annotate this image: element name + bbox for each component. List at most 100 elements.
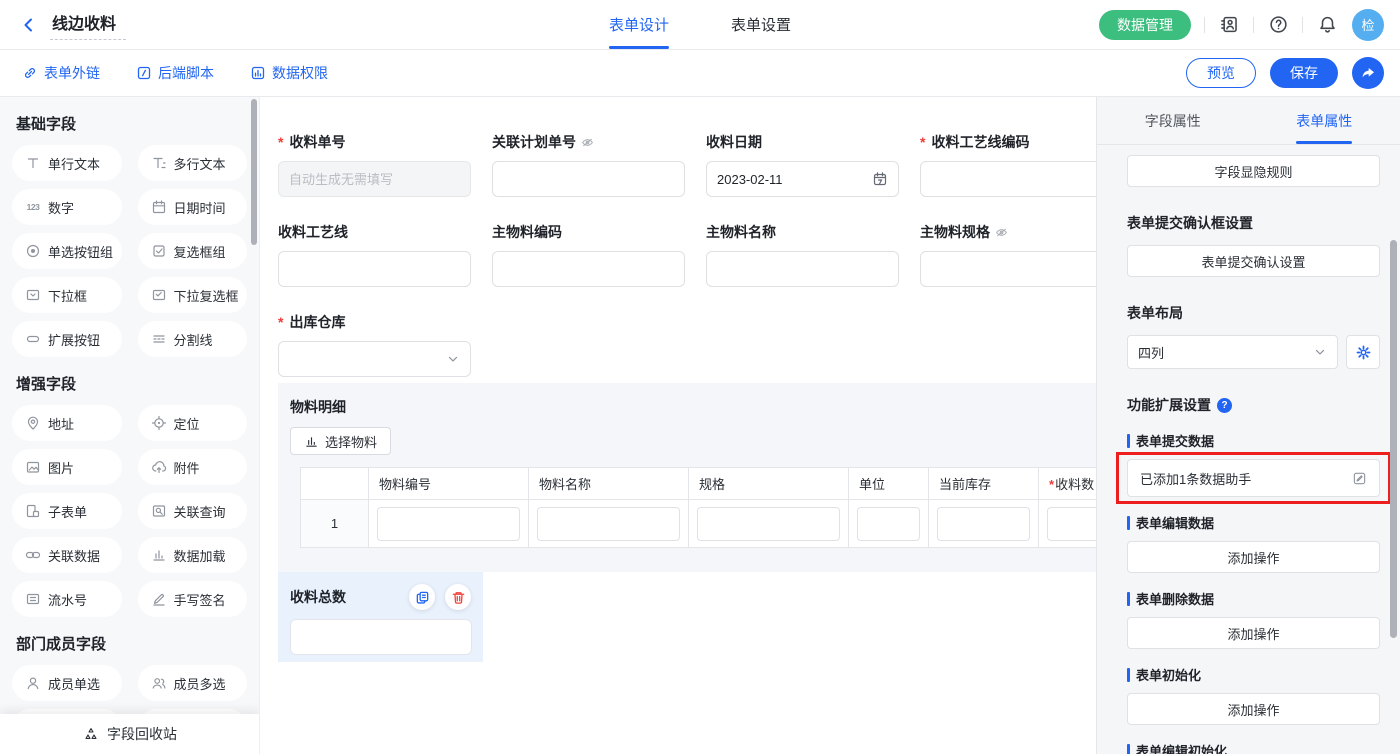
subform-material-detail[interactable]: 物料明细 选择物料 物料编号 物料名称 规格 单位 当前库存 收料数 (278, 383, 1096, 572)
data-assistant-button[interactable]: 已添加1条数据助手 (1127, 459, 1380, 497)
page-title[interactable]: 线边收料 (50, 10, 126, 40)
serial-icon (25, 591, 41, 607)
field-label: 收料工艺线编码 (920, 133, 1096, 151)
preview-button[interactable]: 预览 (1186, 58, 1256, 88)
stock-cell-input[interactable] (937, 507, 1030, 541)
sidebar-item-signature[interactable]: 手写签名 (138, 581, 248, 617)
sidebar-item-number[interactable]: 123 数字 (12, 189, 122, 225)
tab-field-properties[interactable]: 字段属性 (1097, 97, 1249, 144)
crosshair-icon (151, 415, 167, 431)
sidebar-item-attachment[interactable]: 附件 (138, 449, 248, 485)
submit-confirm-settings-button[interactable]: 表单提交确认设置 (1127, 245, 1380, 277)
section-marker (1127, 434, 1130, 448)
notification-bell-icon[interactable] (1316, 14, 1338, 36)
data-permission-button[interactable]: 数据权限 (250, 63, 328, 83)
sidebar-scrollbar[interactable] (251, 99, 257, 245)
receipt-no-input[interactable] (278, 161, 471, 197)
section-title: 表单删除数据 (1136, 589, 1214, 608)
section-form-submit-data: 表单提交数据 已添加1条数据助手 (1127, 431, 1380, 497)
field-receipt-total-selected[interactable]: 收料总数 (278, 572, 483, 662)
contacts-book-icon[interactable] (1218, 14, 1240, 36)
tab-form-design[interactable]: 表单设计 (609, 0, 669, 49)
sidebar-item-subform[interactable]: 子表单 (12, 493, 122, 529)
sidebar-item-radio-group[interactable]: 单选按钮组 (12, 233, 122, 269)
sidebar-item-serial-number[interactable]: 流水号 (12, 581, 122, 617)
add-action-button[interactable]: 添加操作 (1127, 617, 1380, 649)
form-layout-heading: 表单布局 (1127, 303, 1380, 323)
back-button[interactable] (20, 16, 38, 34)
add-action-button[interactable]: 添加操作 (1127, 541, 1380, 573)
sidebar-item-address[interactable]: 地址 (12, 405, 122, 441)
tab-form-settings[interactable]: 表单设置 (731, 0, 791, 49)
sidebar-item-linked-data[interactable]: 关联数据 (12, 537, 122, 573)
material-name-cell-input[interactable] (537, 507, 680, 541)
sidebar-item-select[interactable]: 下拉框 (12, 277, 122, 313)
help-icon[interactable] (1267, 14, 1289, 36)
section-marker (1127, 516, 1130, 530)
form-canvas: 收料单号 关联计划单号 收料日期 2023-02-11 (260, 97, 1096, 754)
receipt-total-input[interactable] (290, 619, 472, 655)
layout-settings-button[interactable] (1346, 335, 1380, 369)
chevron-down-icon (1313, 345, 1327, 359)
field-visibility-rules-button[interactable]: 字段显隐规则 (1127, 155, 1380, 187)
column-header: 当前库存 (929, 468, 1039, 500)
unit-cell-input[interactable] (857, 507, 920, 541)
spec-cell-input[interactable] (697, 507, 840, 541)
main-material-code-input[interactable] (492, 251, 685, 287)
section-form-init: 表单初始化 添加操作 (1127, 665, 1380, 725)
sidebar-item-data-load[interactable]: 数据加载 (138, 537, 248, 573)
extension-help-icon[interactable]: ? (1217, 398, 1232, 413)
avatar[interactable]: 检 (1352, 9, 1384, 41)
select-material-button[interactable]: 选择物料 (290, 427, 391, 455)
submit-confirm-heading: 表单提交确认框设置 (1127, 213, 1380, 233)
share-button[interactable] (1352, 57, 1384, 89)
sidebar-item-checkbox-group[interactable]: 复选框组 (138, 233, 248, 269)
sidebar-item-member-single[interactable]: 成员单选 (12, 665, 122, 701)
main-material-spec-input[interactable] (920, 251, 1096, 287)
receipt-date-input[interactable]: 2023-02-11 (706, 161, 899, 197)
add-action-button[interactable]: 添加操作 (1127, 693, 1380, 725)
field-label: 主物料编码 (492, 223, 685, 241)
sidebar-item-extend-button[interactable]: 扩展按钮 (12, 321, 122, 357)
sidebar-item-multi-select[interactable]: 下拉复选框 (138, 277, 248, 313)
delete-field-button[interactable] (445, 584, 471, 610)
index-column-header (301, 468, 369, 500)
material-code-cell-input[interactable] (377, 507, 520, 541)
receipt-qty-cell-input[interactable] (1047, 507, 1096, 541)
button-icon (25, 331, 41, 347)
map-pin-icon (25, 415, 41, 431)
warehouse-select[interactable] (278, 341, 471, 377)
save-button[interactable]: 保存 (1270, 58, 1338, 88)
backend-script-button[interactable]: 后端脚本 (136, 63, 214, 83)
process-line-input[interactable] (278, 251, 471, 287)
external-link-button[interactable]: 表单外链 (22, 63, 100, 83)
field-main-material-code: 主物料编码 (492, 223, 685, 287)
panel-scrollbar[interactable] (1390, 240, 1397, 638)
column-header: 物料编号 (369, 468, 529, 500)
data-manage-button[interactable]: 数据管理 (1099, 10, 1191, 40)
process-line-code-input[interactable] (920, 161, 1096, 197)
sidebar-item-lookup-query[interactable]: 关联查询 (138, 493, 248, 529)
column-header: 物料名称 (529, 468, 689, 500)
main-material-name-input[interactable] (706, 251, 899, 287)
annotation-red-box: 已添加1条数据助手 (1127, 459, 1380, 497)
sidebar-item-location[interactable]: 定位 (138, 405, 248, 441)
field-process-line-code: 收料工艺线编码 (920, 133, 1096, 197)
tab-form-properties[interactable]: 表单属性 (1249, 97, 1400, 144)
single-line-text-icon (25, 155, 41, 171)
sidebar-item-divider[interactable]: 分割线 (138, 321, 248, 357)
form-layout-select[interactable]: 四列 (1127, 335, 1338, 369)
plan-no-input[interactable] (492, 161, 685, 197)
sidebar-item-multi-line-text[interactable]: 多行文本 (138, 145, 248, 181)
sidebar-item-member-multi[interactable]: 成员多选 (138, 665, 248, 701)
sidebar-item-datetime[interactable]: 日期时间 (138, 189, 248, 225)
sidebar-item-image[interactable]: 图片 (12, 449, 122, 485)
hidden-eye-icon (581, 136, 594, 149)
field-recycle-bin-button[interactable]: 字段回收站 (0, 714, 260, 754)
copy-field-button[interactable] (409, 584, 435, 610)
field-label: 收料日期 (706, 133, 899, 151)
pen-icon (151, 591, 167, 607)
sidebar-item-single-line-text[interactable]: 单行文本 (12, 145, 122, 181)
section-title: 表单初始化 (1136, 665, 1201, 684)
section-marker (1127, 592, 1130, 606)
